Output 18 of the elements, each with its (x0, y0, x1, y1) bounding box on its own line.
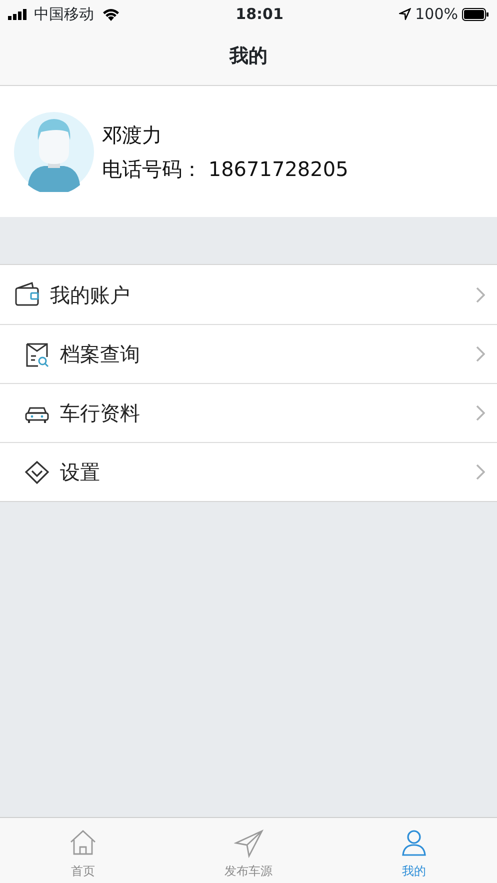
avatar-icon (14, 112, 94, 192)
carrier-name: 中国移动 (34, 4, 94, 25)
chevron-right-icon (476, 464, 485, 480)
chevron-right-icon (476, 405, 485, 421)
chevron-right-icon (476, 346, 485, 362)
diamond-icon (24, 458, 50, 486)
phone-number: 电话号码： 18671728205 (102, 156, 348, 182)
page-title: 我的 (230, 44, 268, 70)
location-arrow-icon (399, 8, 412, 20)
send-icon (234, 828, 264, 858)
document-search-icon (24, 340, 50, 368)
chevron-right-icon (476, 286, 485, 302)
battery-icon (462, 8, 489, 20)
wifi-icon (102, 8, 120, 20)
battery-percent: 100% (415, 4, 458, 25)
clock-time: 18:01 (236, 4, 284, 25)
user-name: 邓渡力 (102, 122, 163, 148)
wallet-icon (14, 281, 40, 308)
